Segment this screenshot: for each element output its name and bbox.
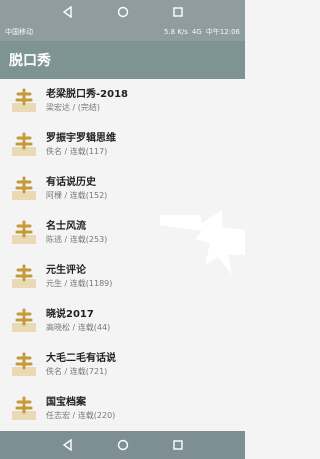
home-icon[interactable]	[116, 438, 130, 452]
item-title: 国宝档案	[46, 397, 86, 408]
item-subtitle: 佚名 / 连载(117)	[46, 147, 108, 156]
network-type: 4G	[191, 28, 202, 36]
network-speed: 5.8 K/s	[163, 28, 188, 36]
list-item[interactable]: 有话说历史 阿棵 / 连载(152)	[0, 167, 245, 211]
recent-apps-nav-icon[interactable]	[171, 5, 185, 19]
item-subtitle: 梁宏达 / (完结)	[46, 103, 101, 112]
app-bar: 脱口秀	[0, 41, 245, 79]
item-subtitle: 佚名 / 连载(721)	[46, 367, 108, 376]
book-icon	[12, 176, 36, 202]
back-icon[interactable]	[61, 438, 75, 452]
item-subtitle: 任志宏 / 连载(220)	[46, 411, 116, 420]
item-title: 大毛二毛有话说	[46, 353, 116, 364]
list-item[interactable]: 老梁脱口秀-2018 梁宏达 / (完结)	[0, 79, 245, 123]
carrier-label: 中国移动	[5, 28, 33, 36]
list-item[interactable]: 名士风流 陈逃 / 连载(253)	[0, 211, 245, 255]
item-title: 有话说历史	[46, 177, 96, 188]
item-title: 元生评论	[46, 265, 86, 276]
page-title: 脱口秀	[9, 53, 51, 69]
book-icon	[12, 396, 36, 422]
item-title: 晓说2017	[46, 309, 94, 320]
book-icon	[12, 88, 36, 114]
bottom-navigation-bar	[0, 431, 245, 459]
item-title: 老梁脱口秀-2018	[46, 89, 128, 100]
status-bar: 中国移动 5.8 K/s 4G 中午12:06	[0, 23, 245, 41]
item-title: 罗振宇罗辑思维	[46, 133, 116, 144]
item-title: 名士风流	[46, 221, 86, 232]
recent-apps-icon[interactable]	[171, 438, 185, 452]
item-subtitle: 阿棵 / 连载(152)	[46, 191, 108, 200]
list-item[interactable]: 罗振宇罗辑思维 佚名 / 连载(117)	[0, 123, 245, 167]
list-item[interactable]: 国宝档案 任志宏 / 连载(220)	[0, 387, 245, 431]
list-item[interactable]: 大毛二毛有话说 佚名 / 连载(721)	[0, 343, 245, 387]
list-item[interactable]: 元生评论 元生 / 连载(1189)	[0, 255, 245, 299]
home-nav-icon[interactable]	[116, 5, 130, 19]
item-subtitle: 元生 / 连载(1189)	[46, 279, 113, 288]
list-item[interactable]: 晓说2017 高晓松 / 连载(44)	[0, 299, 245, 343]
book-icon	[12, 352, 36, 378]
book-icon	[12, 264, 36, 290]
top-navigation-bar	[0, 0, 245, 23]
book-icon	[12, 220, 36, 246]
book-icon	[12, 132, 36, 158]
back-nav-icon[interactable]	[61, 5, 75, 19]
time-label: 中午12:06	[205, 28, 240, 36]
book-icon	[12, 308, 36, 334]
program-list: 老梁脱口秀-2018 梁宏达 / (完结) 罗振宇罗辑思维 佚名 / 连载(11…	[0, 79, 245, 431]
item-subtitle: 陈逃 / 连载(253)	[46, 235, 108, 244]
item-subtitle: 高晓松 / 连载(44)	[46, 323, 111, 332]
